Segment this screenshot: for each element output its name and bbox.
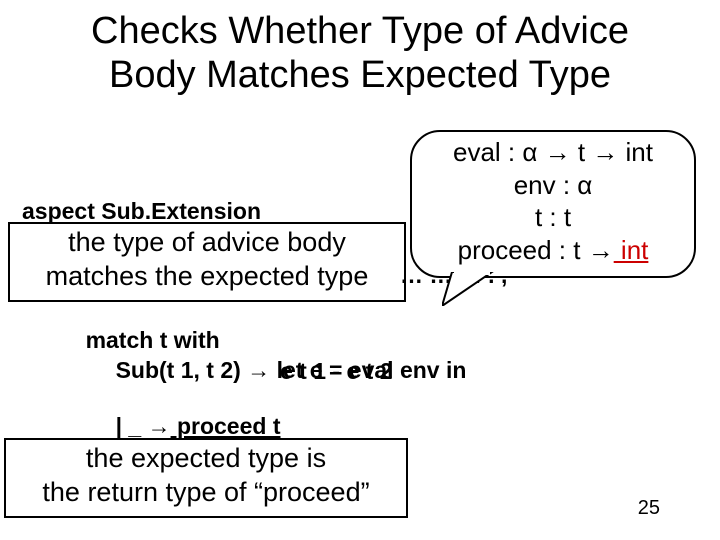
slide-title: Checks Whether Type of Advice Body Match… xyxy=(0,10,720,97)
note-advice-body-type: the type of advice body matches the expe… xyxy=(8,222,406,302)
type-env-bubble: eval : α → t → int env : α t : t proceed… xyxy=(410,130,696,278)
proceed-left: proceed : t xyxy=(458,235,588,265)
slide: Checks Whether Type of Advice Body Match… xyxy=(0,0,720,540)
page-number: 25 xyxy=(638,497,660,520)
aspect-label: aspect Sub.Extension xyxy=(22,198,261,225)
eval-right: int xyxy=(618,137,653,167)
note-line1: the type of advice body xyxy=(68,227,346,257)
arrow-icon: → xyxy=(148,413,171,439)
sub-left: Sub(t 1, t 2) xyxy=(116,357,248,383)
env-line: env : α xyxy=(412,169,694,202)
code-sub2: e t 1 - e t 2 xyxy=(280,358,392,385)
title-line-2: Body Matches Expected Type xyxy=(109,54,611,96)
note-line2: matches the expected type xyxy=(46,261,369,291)
arrow-icon: → xyxy=(592,137,618,167)
eval-mid: t xyxy=(571,137,593,167)
arrow-icon: → xyxy=(545,137,571,167)
title-line-1: Checks Whether Type of Advice xyxy=(91,10,629,52)
proceed-call: proceed t xyxy=(171,413,281,439)
eval-left: eval : α xyxy=(453,137,545,167)
note-expected-type: the expected type is the return type of … xyxy=(4,438,408,518)
none-left: | _ xyxy=(116,413,148,439)
note-line2: the return type of “proceed” xyxy=(42,477,369,507)
note-line1: the expected type is xyxy=(86,443,326,473)
t-line: t : t xyxy=(412,201,694,234)
bubble-pointer-icon xyxy=(442,272,502,306)
arrow-icon: → xyxy=(588,235,614,265)
arrow-icon: → xyxy=(247,357,270,383)
proceed-return-type: int xyxy=(614,235,649,265)
